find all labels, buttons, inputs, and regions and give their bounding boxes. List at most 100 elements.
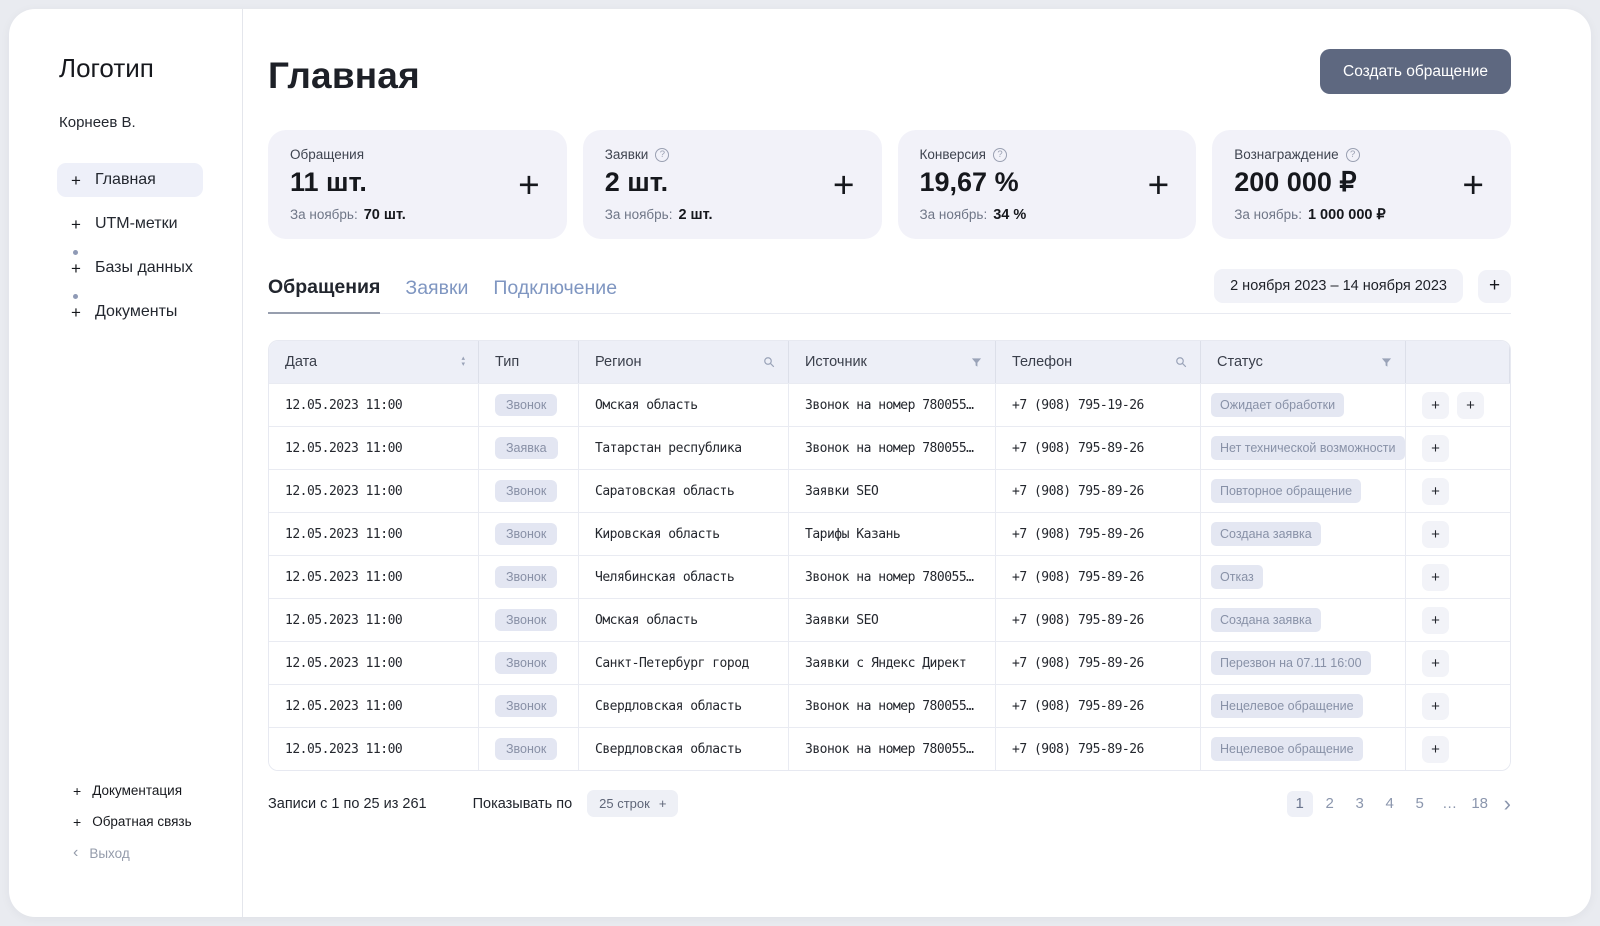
column-header[interactable]: Источник <box>789 341 996 383</box>
row-add-button[interactable]: + <box>1422 520 1449 548</box>
stat-add-icon[interactable]: + <box>833 166 855 203</box>
rows-per-page-select[interactable]: 25 строк + <box>587 790 679 817</box>
help-icon[interactable]: ? <box>655 147 670 162</box>
page-title: Главная <box>268 55 420 96</box>
logo: Логотип <box>59 53 154 83</box>
sort-icon[interactable]: ▴ ▾ <box>461 355 465 367</box>
row-add-button[interactable]: + <box>1422 649 1449 677</box>
filter-icon[interactable] <box>971 357 982 368</box>
phone-text: +7 (908) 795-89-26 <box>1012 526 1144 542</box>
sidebar-footer-item[interactable]: + Документация <box>73 783 192 798</box>
column-header[interactable]: Регион <box>579 341 789 383</box>
sidebar-item[interactable]: + Главная <box>57 163 203 197</box>
region-text: Челябинская область <box>595 569 735 585</box>
logout-button[interactable]: ‹ Выход <box>73 845 192 861</box>
source-text: Звонок на номер 780055… <box>805 698 974 714</box>
cell-source: Звонок на номер 780055… <box>789 384 996 426</box>
type-badge: Звонок <box>495 480 558 502</box>
region-text: Татарстан республика <box>595 440 742 456</box>
stat-add-icon[interactable]: + <box>1148 166 1170 203</box>
column-header[interactable]: Статус <box>1201 341 1406 383</box>
row-add-button[interactable]: + <box>1457 391 1484 419</box>
sidebar: Логотип Корнеев В. + Главная + UTM-метки <box>9 9 243 917</box>
tab[interactable]: Подключение <box>493 277 617 313</box>
table-row: 12.05.2023 11:00 Звонок Свердловская обл… <box>269 727 1510 770</box>
user-name: Корнеев В. <box>59 114 136 131</box>
cell-region: Свердловская область <box>579 728 789 770</box>
cell-region: Кировская область <box>579 513 789 555</box>
type-badge: Звонок <box>495 609 558 631</box>
cell-date: 12.05.2023 11:00 <box>269 470 479 512</box>
cell-phone: +7 (908) 795-89-26 <box>996 470 1201 512</box>
records-info: Записи с 1 по 25 из 261 <box>268 795 427 812</box>
sidebar-item[interactable]: + UTM-метки <box>57 207 192 241</box>
chevron-left-icon: ‹ <box>73 844 79 861</box>
cell-phone: +7 (908) 795-89-26 <box>996 642 1201 684</box>
column-header[interactable] <box>1406 341 1510 383</box>
search-icon[interactable] <box>763 356 775 368</box>
plus-icon: + <box>71 214 81 234</box>
create-request-button[interactable]: Создать обращение <box>1320 49 1511 94</box>
page-button[interactable]: 2 <box>1317 791 1343 817</box>
cell-region: Свердловская область <box>579 685 789 727</box>
cell-phone: +7 (908) 795-19-26 <box>996 384 1201 426</box>
row-add-button[interactable]: + <box>1422 563 1449 591</box>
stat-value: 19,67 % <box>919 167 1019 197</box>
page-button[interactable]: 4 <box>1377 791 1403 817</box>
row-add-button[interactable]: + <box>1422 477 1449 505</box>
sidebar-footer-item[interactable]: + Обратная связь <box>73 814 192 829</box>
filter-icon[interactable] <box>1381 357 1392 368</box>
column-header[interactable]: Телефон <box>996 341 1201 383</box>
table-row: 12.05.2023 11:00 Звонок Омская область З… <box>269 383 1510 426</box>
cell-type: Звонок <box>479 599 579 641</box>
column-header-label: Тип <box>495 354 520 370</box>
page-button[interactable]: 3 <box>1347 791 1373 817</box>
date-text: 12.05.2023 11:00 <box>285 569 403 585</box>
stat-period: За ноябрь: 70 шт. <box>290 207 545 223</box>
tab[interactable]: Обращения <box>268 276 381 314</box>
table-header-row: Дата ▴ ▾ Тип Регион Источник Телефон Ста… <box>269 341 1510 383</box>
next-page-button[interactable]: › <box>1504 792 1511 815</box>
cell-phone: +7 (908) 795-89-26 <box>996 685 1201 727</box>
sidebar-item[interactable]: + Базы данных <box>57 250 207 285</box>
phone-text: +7 (908) 795-89-26 <box>1012 741 1144 757</box>
help-icon[interactable]: ? <box>992 147 1007 162</box>
date-text: 12.05.2023 11:00 <box>285 397 403 413</box>
date-range-picker[interactable]: 2 ноября 2023 – 14 ноября 2023 <box>1214 269 1463 303</box>
table-row: 12.05.2023 11:00 Звонок Челябинская обла… <box>269 555 1510 598</box>
type-badge: Звонок <box>495 394 558 416</box>
notification-dot-icon <box>73 250 78 255</box>
row-add-button[interactable]: + <box>1422 391 1449 419</box>
column-header[interactable]: Дата ▴ ▾ <box>269 341 479 383</box>
cell-date: 12.05.2023 11:00 <box>269 685 479 727</box>
add-filter-button[interactable]: + <box>1478 269 1511 303</box>
cell-date: 12.05.2023 11:00 <box>269 513 479 555</box>
plus-icon: + <box>71 170 81 190</box>
page-button[interactable]: 1 <box>1286 790 1313 817</box>
page-button[interactable]: 5 <box>1407 791 1433 817</box>
tab[interactable]: Заявки <box>405 277 468 313</box>
table-row: 12.05.2023 11:00 Заявка Татарстан респуб… <box>269 426 1510 469</box>
type-badge: Заявка <box>495 437 558 459</box>
cell-actions: + <box>1406 685 1510 727</box>
stat-period-value: 2 шт. <box>678 207 713 223</box>
stat-add-icon[interactable]: + <box>518 166 540 203</box>
row-add-button[interactable]: + <box>1422 434 1449 462</box>
cell-source: Заявки SEO <box>789 599 996 641</box>
row-add-button[interactable]: + <box>1422 692 1449 720</box>
column-header[interactable]: Тип <box>479 341 579 383</box>
help-icon[interactable]: ? <box>1345 147 1360 162</box>
stat-add-icon[interactable]: + <box>1462 166 1484 203</box>
cell-phone: +7 (908) 795-89-26 <box>996 556 1201 598</box>
stat-card: Конверсия ? 19,67 % За ноябрь: 34 % + <box>897 130 1197 239</box>
row-add-button[interactable]: + <box>1422 735 1449 763</box>
page-button[interactable]: 18 <box>1467 791 1493 817</box>
sidebar-item[interactable]: + Документы <box>57 294 191 329</box>
cell-actions: + + <box>1406 384 1510 426</box>
phone-text: +7 (908) 795-89-26 <box>1012 698 1144 714</box>
date-text: 12.05.2023 11:00 <box>285 655 403 671</box>
status-badge: Перезвон на 07.11 16:00 <box>1211 651 1371 675</box>
row-add-button[interactable]: + <box>1422 606 1449 634</box>
search-icon[interactable] <box>1175 356 1187 368</box>
date-text: 12.05.2023 11:00 <box>285 698 403 714</box>
